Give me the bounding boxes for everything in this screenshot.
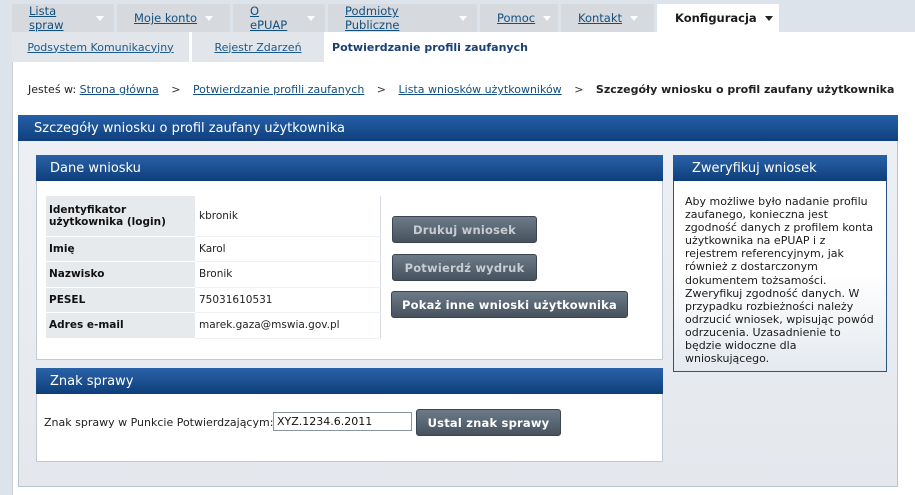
- row-value: kbronik: [195, 196, 381, 237]
- table-row: Identyfikator użytkownika (login) kbroni…: [46, 196, 381, 237]
- nav-tab-label: Lista spraw: [29, 4, 64, 32]
- breadcrumb-separator: >: [376, 83, 387, 96]
- breadcrumb-link-potwierdzanie[interactable]: Potwierdzanie profili zaufanych: [193, 83, 364, 96]
- subnav-tab-rejestr-zdarzen[interactable]: Rejestr Zdarzeń: [192, 32, 324, 62]
- breadcrumb-current: Szczegóły wniosku o profil zaufany użytk…: [595, 83, 895, 96]
- confirm-print-button[interactable]: Potwierdź wydruk: [392, 254, 537, 281]
- nav-tab-label: Kontakt: [578, 11, 623, 25]
- row-label: Identyfikator użytkownika (login): [46, 196, 195, 237]
- chevron-down-icon: [205, 15, 214, 21]
- breadcrumb-prefix: Jesteś w:: [28, 83, 77, 96]
- row-label: Adres e-mail: [46, 312, 195, 339]
- set-case-number-button[interactable]: Ustal znak sprawy: [416, 409, 561, 436]
- row-value: marek.gaza@mswia.gov.pl: [195, 312, 381, 339]
- nav-tab-label: Pomoc: [497, 11, 536, 25]
- nav-tab-label: Podmioty Publiczne: [345, 4, 400, 32]
- chevron-down-icon: [543, 15, 552, 21]
- nav-tab-konfiguracja[interactable]: Konfiguracja: [657, 4, 779, 32]
- nav-tab-o-epuap[interactable]: O ePUAP: [233, 4, 325, 32]
- chevron-down-icon: [96, 15, 104, 21]
- chevron-down-icon: [764, 15, 773, 21]
- nav-tab-pomoc[interactable]: Pomoc: [480, 4, 558, 32]
- breadcrumb-link-home[interactable]: Strona główna: [80, 83, 159, 96]
- page-title: Szczegóły wniosku o profil zaufany użytk…: [18, 115, 898, 141]
- dane-wniosku-table: Identyfikator użytkownika (login) kbroni…: [46, 196, 381, 339]
- table-row: Adres e-mail marek.gaza@mswia.gov.pl: [46, 312, 381, 339]
- breadcrumb: Jesteś w: Strona główna > Potwierdzanie …: [28, 83, 894, 96]
- subnav-tab-label: Podsystem Komunikacyjny: [27, 40, 174, 54]
- znak-sprawy-label: Znak sprawy w Punkcie Potwierdzającym:: [44, 416, 274, 429]
- nav-tab-label: Konfiguracja: [675, 11, 757, 25]
- znak-sprawy-title: Znak sprawy: [36, 368, 663, 394]
- nav-tab-moje-konto[interactable]: Moje konto: [117, 4, 230, 32]
- nav-tab-podmioty-publiczne[interactable]: Podmioty Publiczne: [328, 4, 477, 32]
- subnav-tab-potwierdzanie[interactable]: Potwierdzanie profili zaufanych: [324, 32, 536, 62]
- nav-tab-label: Moje konto: [134, 11, 198, 25]
- chevron-down-icon: [307, 15, 315, 21]
- nav-tab-lista-spraw[interactable]: Lista spraw: [12, 4, 114, 32]
- sub-nav: Podsystem Komunikacyjny Rejestr Zdarzeń …: [12, 32, 915, 62]
- dane-wniosku-title: Dane wniosku: [36, 155, 663, 181]
- table-row: PESEL 75031610531: [46, 287, 381, 313]
- nav-tab-label: O ePUAP: [250, 4, 288, 32]
- breadcrumb-link-lista-wnioskow[interactable]: Lista wniosków użytkowników: [399, 83, 562, 96]
- breadcrumb-separator: >: [171, 83, 181, 96]
- row-label: Imię: [46, 236, 195, 262]
- row-label: Nazwisko: [46, 261, 195, 288]
- subnav-tab-label: Potwierdzanie profili zaufanych: [332, 40, 528, 54]
- top-nav: Lista spraw Moje konto O ePUAP Podmioty …: [12, 4, 782, 32]
- table-row: Nazwisko Bronik: [46, 261, 381, 288]
- chevron-down-icon: [459, 15, 467, 21]
- zweryfikuj-text: Aby możliwe było nadanie profilu zaufane…: [685, 195, 874, 366]
- znak-sprawy-input[interactable]: [273, 412, 412, 431]
- show-other-applications-button[interactable]: Pokaż inne wnioski użytkownika: [391, 291, 628, 318]
- subnav-tab-podsystem-komunikacyjny[interactable]: Podsystem Komunikacyjny: [12, 32, 189, 62]
- row-value: 75031610531: [195, 287, 381, 313]
- row-label: PESEL: [46, 287, 195, 313]
- table-row: Imię Karol: [46, 236, 381, 262]
- row-value: Bronik: [195, 261, 381, 288]
- breadcrumb-separator: >: [574, 83, 584, 96]
- chevron-down-icon: [630, 15, 639, 21]
- zweryfikuj-title: Zweryfikuj wniosek: [673, 155, 887, 181]
- print-application-button[interactable]: Drukuj wniosek: [392, 216, 537, 243]
- row-value: Karol: [195, 236, 381, 262]
- subnav-tab-label: Rejestr Zdarzeń: [214, 40, 302, 54]
- nav-tab-kontakt[interactable]: Kontakt: [561, 4, 654, 32]
